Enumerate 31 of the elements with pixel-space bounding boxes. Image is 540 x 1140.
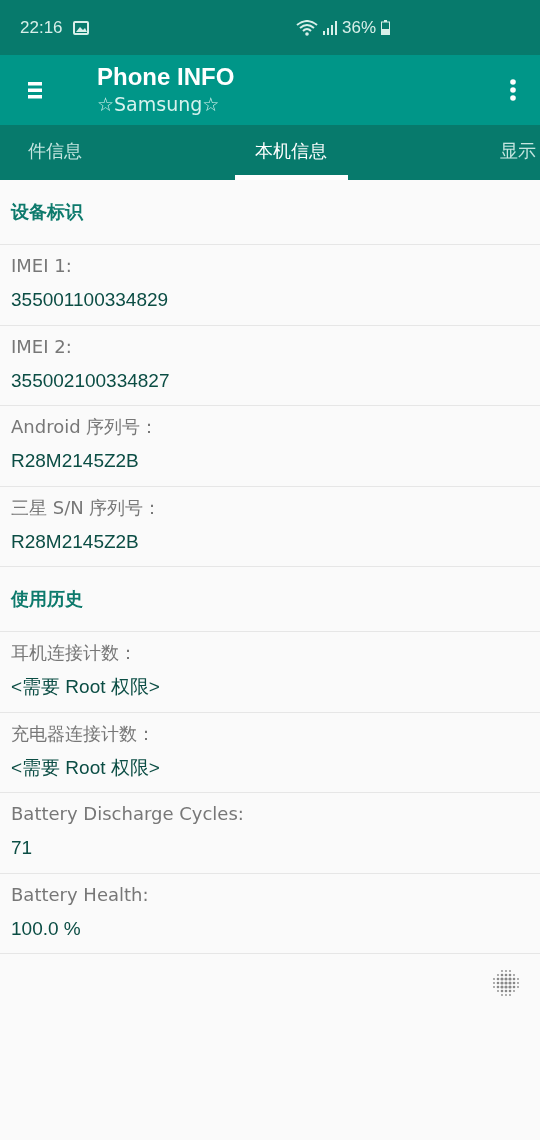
info-label: IMEI 1:	[11, 255, 73, 277]
app-subtitle: ☆Samsung☆	[97, 92, 221, 117]
info-label: Battery Discharge Cycles:	[11, 803, 245, 825]
section-header: 使用历史	[0, 567, 540, 632]
wifi-icon	[295, 19, 318, 36]
section-header: 设备标识	[0, 180, 540, 245]
image-icon	[72, 20, 89, 35]
info-label: 耳机连接计数：	[11, 642, 138, 664]
tab[interactable]: 件信息	[18, 125, 92, 180]
info-value: 100.0 %	[11, 916, 82, 941]
info-value: R28M2145Z2B	[11, 529, 140, 554]
status-time: 22:16	[20, 17, 63, 38]
battery-percent: 36%	[341, 17, 376, 38]
app-title: Phone INFO	[97, 63, 236, 91]
info-label: Android 序列号：	[11, 416, 160, 438]
info-value: 355001100334829	[11, 288, 170, 312]
tab[interactable]: 显示	[490, 125, 540, 180]
signal-icon	[322, 20, 337, 35]
info-value: 355002100334827	[11, 368, 171, 393]
info-label: Battery Health:	[11, 883, 150, 906]
info-label: 三星 S/N 序列号：	[11, 496, 163, 519]
more-options-icon[interactable]	[510, 79, 516, 101]
info-value: <需要 Root 权限>	[11, 755, 161, 780]
info-label: 充电器连接计数：	[11, 722, 156, 745]
tab[interactable]: 本机信息	[234, 125, 348, 180]
battery-icon	[381, 20, 390, 35]
info-value: 71	[11, 836, 34, 860]
info-label: IMEI 2:	[11, 335, 73, 358]
dot-grid-icon[interactable]	[492, 969, 520, 997]
info-value: <需要 Root 权限>	[11, 675, 161, 699]
info-value: R28M2145Z2B	[11, 449, 140, 473]
